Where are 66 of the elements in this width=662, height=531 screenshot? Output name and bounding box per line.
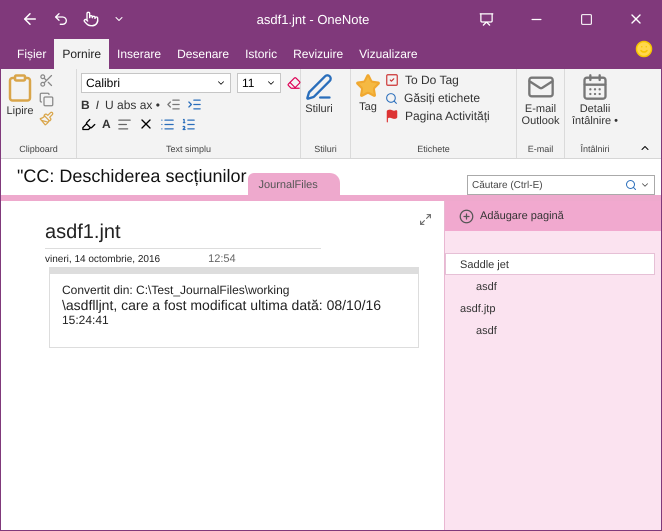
group-label: Întâlniri: [579, 144, 610, 156]
outdent-icon[interactable]: [166, 97, 181, 112]
ribbon-tab[interactable]: Fișier: [9, 39, 54, 69]
search-field[interactable]: Căutare (Ctrl-E): [467, 175, 655, 195]
eraser-icon[interactable]: [287, 76, 301, 90]
smiley-icon[interactable]: [635, 40, 653, 58]
cut-icon[interactable]: [39, 73, 54, 88]
highlighter-icon[interactable]: [81, 116, 96, 132]
meeting-details-button[interactable]: Detalii întâlnire •: [569, 73, 621, 144]
notebook-title: "CC: Deschiderea secțiunilor: [17, 166, 246, 188]
ribbon-tab[interactable]: Vizualizare: [351, 39, 426, 69]
find-tags-button[interactable]: Găsiți etichete: [404, 91, 480, 105]
note-text: \asdflljnt, care a fost modificat ultima dată: 08/10/16: [62, 297, 382, 313]
checkbox-icon: [385, 73, 399, 87]
group-label: Clipboard: [18, 144, 59, 156]
font-size-field[interactable]: 11: [237, 73, 281, 93]
window-title: asdf1.jnt - OneNote: [256, 12, 370, 26]
group-label: Text simplu: [164, 144, 212, 156]
page-item[interactable]: asdf.jtp: [445, 297, 655, 319]
group-label: Stiluri: [313, 144, 338, 156]
paste-button[interactable]: Lipire: [5, 73, 35, 144]
tag-button[interactable]: Tag: [355, 73, 381, 144]
section-tab[interactable]: JournalFiles: [248, 173, 340, 195]
group-label: Etichete: [416, 144, 451, 156]
ribbon-tab[interactable]: Revizuire: [285, 39, 352, 69]
font-color-button[interactable]: A: [102, 117, 111, 131]
ribbon-tab[interactable]: Inserare: [109, 39, 170, 69]
indent-icon[interactable]: [186, 97, 202, 112]
page-item[interactable]: asdf: [445, 275, 655, 297]
maximize-icon[interactable]: [580, 12, 592, 26]
italic-button[interactable]: I: [96, 98, 100, 112]
calendar-icon: [581, 73, 609, 101]
bullet-list-icon[interactable]: [160, 116, 175, 132]
group-label: E-mail: [526, 144, 554, 156]
note-text: 15:24:41: [62, 313, 110, 327]
styles-button[interactable]: Stiluri: [305, 73, 333, 144]
bold-button[interactable]: B: [81, 98, 90, 112]
page-date: vineri, 14 octombrie, 2016: [45, 254, 160, 265]
copy-icon[interactable]: [39, 92, 54, 107]
note-text: Convertit din: C:\Test_JournalFiles\working: [62, 283, 290, 297]
search-icon: [625, 179, 637, 191]
touch-icon[interactable]: [83, 11, 99, 27]
star-icon: [355, 73, 381, 99]
back-icon[interactable]: [21, 10, 39, 28]
ribbon-tab[interactable]: Istoric: [237, 39, 286, 69]
numbered-list-icon[interactable]: [180, 116, 196, 132]
flag-icon: [385, 109, 399, 123]
page-title: asdf1.jnt: [45, 221, 321, 249]
todo-tag-button[interactable]: To Do Tag: [405, 73, 459, 87]
ribbon-tab[interactable]: Pornire: [54, 39, 110, 69]
outlook-tasks-button[interactable]: Pagina Activități: [405, 109, 490, 123]
presentation-icon[interactable]: [478, 12, 494, 26]
plus-icon: [459, 208, 474, 224]
font-field[interactable]: Calibri: [81, 73, 231, 93]
text-effects-button[interactable]: U abs ax •: [105, 98, 160, 112]
align-icon[interactable]: [116, 116, 132, 132]
page-item[interactable]: asdf: [445, 319, 655, 341]
page-time: 12:54: [208, 253, 236, 265]
add-page-button[interactable]: Adăugare pagină: [445, 201, 661, 231]
pen-icon: [305, 73, 333, 101]
expand-icon[interactable]: [419, 213, 432, 226]
page-item[interactable]: Saddle jet: [445, 253, 655, 275]
ribbon-tab[interactable]: Desenare: [169, 39, 238, 69]
undo-icon[interactable]: [53, 11, 69, 27]
find-tags-icon: [385, 92, 398, 104]
email-button[interactable]: E-mail Outlook: [521, 73, 560, 144]
